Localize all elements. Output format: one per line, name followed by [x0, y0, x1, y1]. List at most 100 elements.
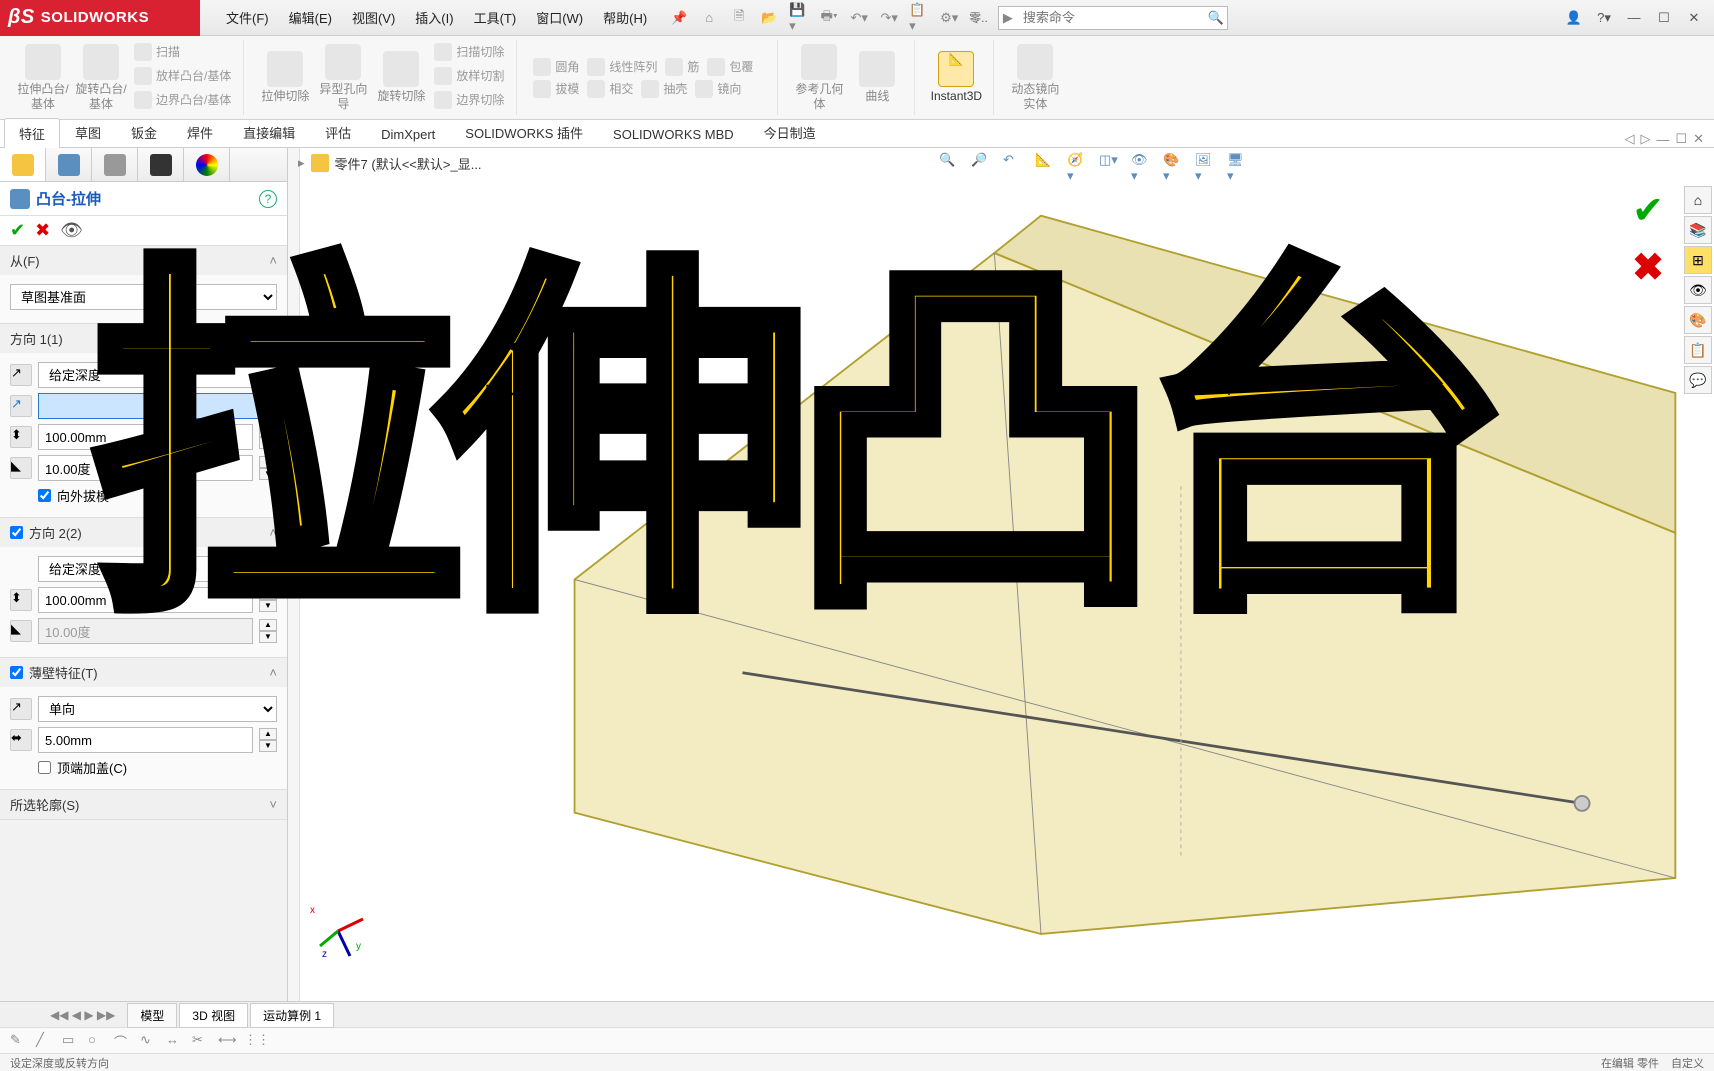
- dynamic-mirror-button[interactable]: 动态镜向实体: [1006, 42, 1064, 113]
- dir1-vector-input[interactable]: [38, 393, 277, 419]
- preview-button[interactable]: 👁: [60, 220, 83, 241]
- dir1-draft-input[interactable]: [38, 455, 253, 481]
- sketch-tool-icon[interactable]: ✎: [10, 1032, 28, 1050]
- view-settings-icon[interactable]: 🖥▾: [1227, 152, 1249, 174]
- redo-icon[interactable]: ↷▾: [879, 8, 899, 28]
- panel-tab-property[interactable]: [46, 148, 92, 181]
- search-icon[interactable]: 🔍: [1205, 10, 1227, 26]
- wrap-button[interactable]: 包覆: [703, 56, 757, 78]
- dir2-depth-input[interactable]: [38, 587, 253, 613]
- options-icon[interactable]: ⚙▾: [939, 8, 959, 28]
- dim-tool-icon[interactable]: ↔: [166, 1032, 184, 1050]
- edit-appearance-icon[interactable]: 🎨▾: [1163, 152, 1185, 174]
- menu-help[interactable]: 帮助(H): [595, 4, 655, 31]
- taskpane-appearance-icon[interactable]: 🎨: [1684, 306, 1712, 334]
- search-scope-icon[interactable]: ▶: [999, 10, 1017, 26]
- section-from-header[interactable]: 从(F) ˄: [0, 246, 287, 275]
- trim-tool-icon[interactable]: ✂: [192, 1032, 210, 1050]
- tab-mbd[interactable]: SOLIDWORKS MBD: [598, 121, 749, 147]
- dir2-type-select[interactable]: 给定深度: [38, 556, 277, 582]
- zoom-area-icon[interactable]: 🔎: [971, 152, 993, 174]
- minimize-icon[interactable]: —: [1620, 7, 1648, 29]
- from-select[interactable]: 草图基准面: [10, 284, 277, 310]
- thin-thickness-input[interactable]: [38, 727, 253, 753]
- mirror-button[interactable]: 镜向: [691, 78, 745, 100]
- menu-insert[interactable]: 插入(I): [407, 4, 461, 31]
- panel-tab-feature[interactable]: [0, 148, 46, 181]
- revolve-cut-button[interactable]: 旋转切除: [372, 41, 430, 115]
- rebuild-icon[interactable]: 📋▾: [909, 8, 929, 28]
- new-icon[interactable]: 🗎: [729, 8, 749, 28]
- panel-tab-config[interactable]: [92, 148, 138, 181]
- draft-button[interactable]: 拔模: [529, 78, 583, 100]
- panel-tab-appearance[interactable]: [184, 148, 230, 181]
- mirror-tool-icon[interactable]: ⟷: [218, 1032, 236, 1050]
- outward-draft-checkbox[interactable]: [38, 489, 51, 502]
- dir2-enable-checkbox[interactable]: [10, 526, 23, 539]
- bottom-tab-model[interactable]: 模型: [127, 1003, 177, 1028]
- rib-button[interactable]: 筋: [661, 56, 703, 78]
- menu-file[interactable]: 文件(F): [218, 4, 277, 31]
- bottom-tab-nav-left[interactable]: ◀◀ ◀ ▶ ▶▶: [50, 1008, 115, 1022]
- section-dir2-header[interactable]: 方向 2(2) ˄: [0, 518, 287, 547]
- extrude-boss-button[interactable]: 拉伸凸台/基体: [14, 41, 72, 115]
- spline-tool-icon[interactable]: ∿: [140, 1032, 158, 1050]
- taskpane-forum-icon[interactable]: 💬: [1684, 366, 1712, 394]
- dir-arrow-icon[interactable]: ↗: [10, 395, 32, 417]
- thickness-spinner[interactable]: ▲▼: [259, 728, 277, 752]
- close-icon[interactable]: ✕: [1680, 7, 1708, 29]
- extrude-cut-button[interactable]: 拉伸切除: [256, 41, 314, 115]
- open-icon[interactable]: 📂: [759, 8, 779, 28]
- print-icon[interactable]: 🖶▾: [819, 8, 839, 28]
- loft-cut-button[interactable]: 放样切割: [430, 65, 508, 87]
- search-input[interactable]: [1017, 10, 1205, 25]
- draft-icon[interactable]: ◣: [10, 457, 32, 479]
- viewport[interactable]: ▸ 零件7 (默认<<默认>_显... 🔍 🔎 ↶ 📐 🧭▾ ◫▾ 👁▾ 🎨▾ …: [288, 148, 1714, 1001]
- doc-minimize-icon[interactable]: —: [1656, 132, 1669, 147]
- loft-button[interactable]: 放样凸台/基体: [130, 65, 235, 87]
- tab-sheetmetal[interactable]: 钣金: [116, 117, 172, 147]
- pin-icon[interactable]: 📌: [669, 8, 689, 28]
- boundary-cut-button[interactable]: 边界切除: [430, 89, 508, 111]
- sweep-button[interactable]: 扫描: [130, 41, 235, 63]
- line-tool-icon[interactable]: ╱: [36, 1032, 54, 1050]
- prev-view-icon[interactable]: ↶: [1003, 152, 1025, 174]
- circle-tool-icon[interactable]: ○: [88, 1032, 106, 1050]
- tab-features[interactable]: 特征: [4, 118, 60, 148]
- section-dir1-header[interactable]: 方向 1(1) ˄: [0, 324, 287, 353]
- tab-dimxpert[interactable]: DimXpert: [366, 121, 450, 147]
- dir1-type-select[interactable]: 给定深度: [38, 362, 277, 388]
- sweep-cut-button[interactable]: 扫描切除: [430, 41, 508, 63]
- doc-maximize-icon[interactable]: ☐: [1675, 131, 1687, 147]
- tab-sketch[interactable]: 草图: [60, 117, 116, 147]
- zoom-fit-icon[interactable]: 🔍: [939, 152, 961, 174]
- view-orient-icon[interactable]: 🧭▾: [1067, 152, 1089, 174]
- taskpane-home-icon[interactable]: ⌂: [1684, 186, 1712, 214]
- tab-addins[interactable]: SOLIDWORKS 插件: [450, 117, 598, 147]
- intersect-button[interactable]: 相交: [583, 78, 637, 100]
- user-icon[interactable]: 👤: [1560, 7, 1588, 29]
- section-thin-header[interactable]: 薄壁特征(T) ˄: [0, 658, 287, 687]
- taskpane-view-icon[interactable]: 👁: [1684, 276, 1712, 304]
- reverse-dir-icon[interactable]: ↗: [10, 364, 32, 386]
- ref-geometry-button[interactable]: 参考几何体: [790, 41, 848, 115]
- rect-tool-icon[interactable]: ▭: [62, 1032, 80, 1050]
- pattern-tool-icon[interactable]: ⋮⋮: [244, 1032, 262, 1050]
- taskpane-property-icon[interactable]: 📋: [1684, 336, 1712, 364]
- tab-weldments[interactable]: 焊件: [172, 117, 228, 147]
- display-style-icon[interactable]: ◫▾: [1099, 152, 1121, 174]
- ok-button[interactable]: ✔: [10, 220, 25, 241]
- arc-tool-icon[interactable]: ⌒: [114, 1032, 132, 1050]
- revolve-boss-button[interactable]: 旋转凸台/基体: [72, 41, 130, 115]
- apply-scene-icon[interactable]: 🖼▾: [1195, 152, 1217, 174]
- panel-tab-dim[interactable]: [138, 148, 184, 181]
- shell-button[interactable]: 抽壳: [637, 78, 691, 100]
- instant3d-button[interactable]: 📐Instant3D: [927, 42, 985, 113]
- section-contour-header[interactable]: 所选轮廓(S) ˅: [0, 790, 287, 819]
- section-view-icon[interactable]: 📐: [1035, 152, 1057, 174]
- confirm-ok-icon[interactable]: ✔: [1632, 188, 1664, 233]
- doc-next-icon[interactable]: ▷: [1640, 131, 1650, 147]
- help-icon[interactable]: ?▾: [1590, 7, 1618, 29]
- menu-tools[interactable]: 工具(T): [466, 4, 525, 31]
- depth-spinner[interactable]: ▲▼: [259, 425, 277, 449]
